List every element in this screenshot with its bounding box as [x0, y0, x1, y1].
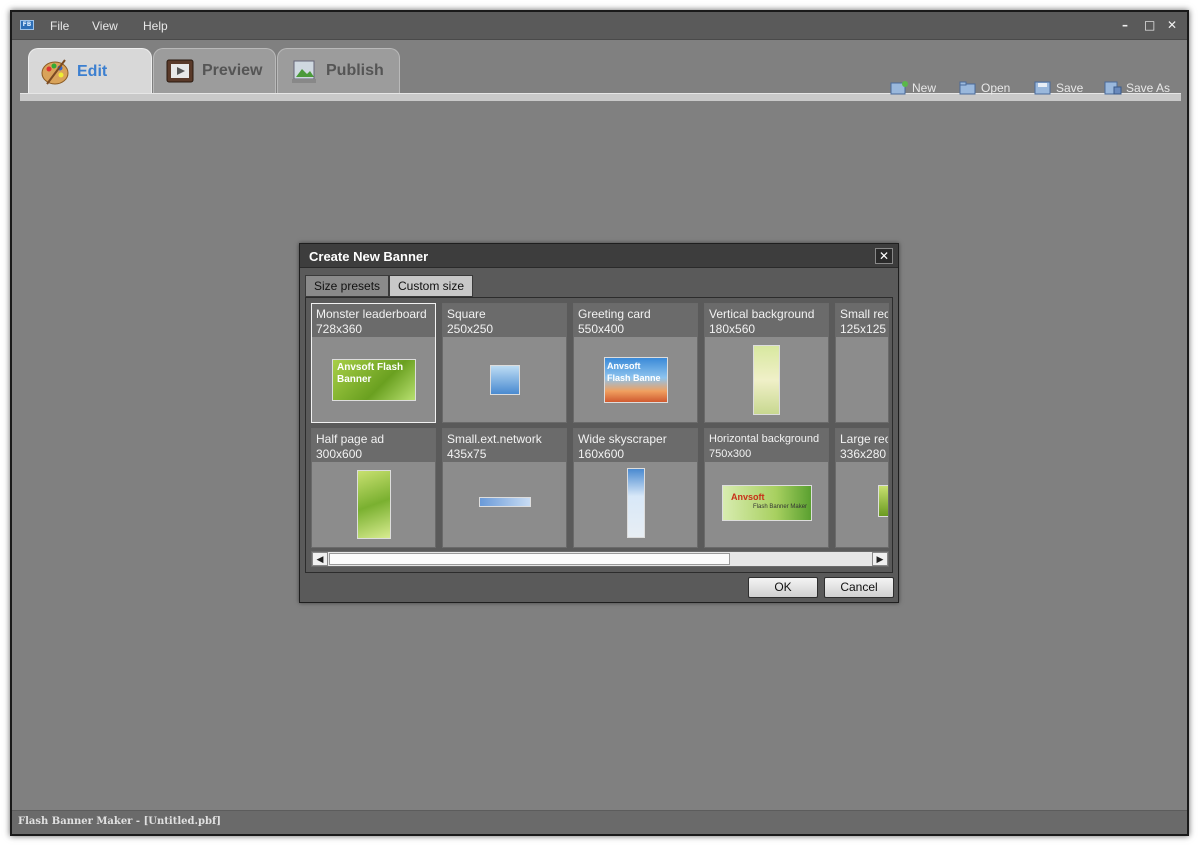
preset-thumbnail [878, 485, 888, 517]
preset-name: Large rec [840, 432, 889, 446]
save-label: Save [1056, 81, 1084, 95]
preset-name: Wide skyscraper [578, 432, 667, 446]
tab-preview[interactable]: Preview [153, 48, 276, 93]
preset-monster-leaderboard[interactable]: Monster leaderboard 728x360 Anvsoft Flas… [311, 303, 436, 423]
preset-name: Monster leaderboard [316, 307, 427, 321]
tab-publish[interactable]: Publish [277, 48, 400, 93]
cancel-button[interactable]: Cancel [824, 577, 894, 598]
preset-name: Square [447, 307, 486, 321]
preset-name: Greeting card [578, 307, 651, 321]
thumbnail-text: Anvsoft Flash Banne [607, 361, 661, 383]
preset-header: Half page ad 300x600 [312, 429, 435, 462]
preset-size: 160x600 [578, 447, 625, 461]
status-text: Flash Banner Maker - [Untitled.pbf] [18, 816, 221, 827]
preset-header: Vertical background 180x560 [705, 304, 828, 337]
tab-edit[interactable]: Edit [28, 48, 152, 95]
open-button[interactable]: Open [959, 81, 1010, 95]
preset-header: Large rec 336x280 [836, 429, 888, 462]
preset-header: Greeting card 550x400 [574, 304, 697, 337]
preset-size: 728x360 [316, 322, 363, 336]
scroll-right-arrow[interactable]: ▶ [872, 552, 888, 566]
menu-file[interactable]: File [50, 19, 69, 33]
tab-size-presets[interactable]: Size presets [305, 275, 390, 297]
preset-size: 336x280 [840, 447, 887, 461]
preset-thumbnail: Anvsoft Flash Banne [604, 357, 668, 403]
preset-greeting-card[interactable]: Greeting card 550x400 Anvsoft Flash Bann… [573, 303, 698, 423]
open-label: Open [981, 81, 1011, 95]
app-logo-icon: FB [20, 20, 34, 30]
save-as-label: Save As [1126, 81, 1171, 95]
preset-small-rec[interactable]: Small rec 125x125 [835, 303, 889, 423]
preset-name: Vertical background [709, 307, 815, 321]
new-file-icon [890, 81, 908, 95]
film-icon [166, 59, 194, 83]
tab-edit-label: Edit [77, 63, 108, 80]
open-folder-icon [959, 81, 976, 95]
preset-small-ext-network[interactable]: Small.ext.network 435x75 [442, 428, 567, 548]
preset-thumbnail: Anvsoft Flash Banner [332, 359, 416, 401]
preset-name: Horizontal background [709, 433, 820, 445]
preset-size: 180x560 [709, 322, 756, 336]
tab-publish-label: Publish [326, 62, 384, 79]
preset-header: Square 250x250 [443, 304, 566, 337]
preset-scrollbar[interactable]: ◀ ▶ [311, 551, 889, 567]
preset-size: 550x400 [578, 322, 625, 336]
create-banner-dialog: Create New Banner ✕ Size presets Custom … [299, 243, 899, 603]
preset-header: Horizontal background 750x300 [705, 429, 828, 462]
preset-thumbnail [357, 470, 391, 539]
dialog-title: Create New Banner [309, 249, 429, 264]
dialog-titlebar: Create New Banner ✕ [300, 244, 898, 268]
dialog-close-button[interactable]: ✕ [875, 248, 893, 264]
preset-name: Small rec [840, 307, 889, 321]
thumbnail-text: Anvsoft [731, 492, 765, 502]
preset-half-page-ad[interactable]: Half page ad 300x600 [311, 428, 436, 548]
new-label: New [912, 81, 937, 95]
thumbnail-text: Anvsoft Flash Banner [337, 362, 404, 385]
preset-size: 435x75 [447, 447, 487, 461]
preset-name: Small.ext.network [447, 432, 542, 446]
publish-icon [292, 60, 316, 83]
preset-size: 250x250 [447, 322, 494, 336]
preset-thumbnail [490, 365, 520, 395]
preset-panel: Monster leaderboard 728x360 Anvsoft Flas… [305, 297, 893, 573]
preset-header: Monster leaderboard 728x360 [312, 304, 435, 337]
scroll-thumb[interactable] [329, 553, 730, 565]
status-bar: Flash Banner Maker - [Untitled.pbf] [12, 810, 1187, 834]
preset-square[interactable]: Square 250x250 [442, 303, 567, 423]
preset-thumbnail [627, 468, 645, 538]
menu-view[interactable]: View [92, 19, 118, 33]
preset-wide-skyscraper[interactable]: Wide skyscraper 160x600 [573, 428, 698, 548]
maximize-button[interactable]: □ [1144, 18, 1155, 32]
tab-preview-label: Preview [202, 62, 263, 79]
preset-vertical-background[interactable]: Vertical background 180x560 [704, 303, 829, 423]
preset-thumbnail [753, 345, 780, 415]
tab-custom-size[interactable]: Custom size [389, 275, 474, 297]
main-tab-bar: Edit Preview Publish New Open Save Save … [20, 48, 1181, 103]
preset-header: Small.ext.network 435x75 [443, 429, 566, 462]
save-button[interactable]: Save [1034, 81, 1083, 95]
save-as-icon [1104, 81, 1122, 95]
minimize-button[interactable]: – [1122, 18, 1128, 32]
preset-size: 750x300 [709, 448, 752, 460]
preset-header: Small rec 125x125 [836, 304, 888, 337]
new-button[interactable]: New [890, 81, 936, 95]
palette-icon [41, 59, 69, 85]
ok-button[interactable]: OK [748, 577, 818, 598]
preset-horizontal-background[interactable]: Horizontal background 750x300 Anvsoft Fl… [704, 428, 829, 548]
preset-size: 300x600 [316, 447, 363, 461]
save-as-button[interactable]: Save As [1104, 81, 1170, 95]
thumbnail-subtext: Flash Banner Maker [753, 504, 808, 510]
close-window-button[interactable]: ✕ [1167, 18, 1177, 32]
menu-bar: FB File View Help – □ ✕ [12, 12, 1187, 40]
preset-large-rec[interactable]: Large rec 336x280 [835, 428, 889, 548]
preset-thumbnail: Anvsoft Flash Banner Maker [722, 485, 812, 521]
save-icon [1034, 81, 1051, 95]
preset-thumbnail [479, 497, 531, 507]
scroll-left-arrow[interactable]: ◀ [312, 552, 328, 566]
menu-help[interactable]: Help [143, 19, 168, 33]
preset-size: 125x125 [840, 322, 887, 336]
preset-name: Half page ad [316, 432, 385, 446]
preset-header: Wide skyscraper 160x600 [574, 429, 697, 462]
